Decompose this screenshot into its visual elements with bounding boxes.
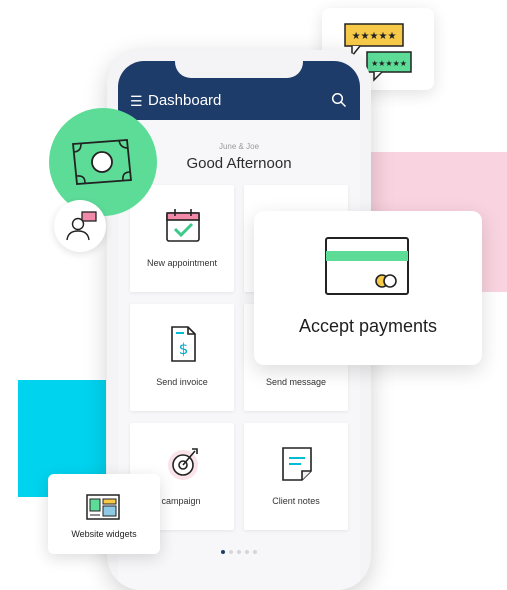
tile-send-invoice[interactable]: $ Send invoice	[130, 304, 234, 411]
page-title: Dashboard	[148, 92, 222, 109]
tile-client-notes[interactable]: Client notes	[244, 423, 348, 530]
tile-label: New appointment	[146, 258, 218, 268]
page-dot[interactable]	[237, 550, 241, 554]
phone-notch	[175, 61, 303, 78]
page-dot[interactable]	[229, 550, 233, 554]
client-message-badge	[54, 200, 106, 252]
tile-label: Send invoice	[156, 377, 208, 387]
website-widget-icon	[86, 494, 120, 520]
target-campaign-icon	[168, 448, 198, 480]
website-widgets-card[interactable]: Website widgets	[48, 474, 160, 554]
svg-text:$: $	[179, 340, 189, 358]
tile-label: Client notes	[272, 496, 320, 506]
notes-icon	[282, 447, 312, 481]
page-dot[interactable]	[253, 550, 257, 554]
page-dot[interactable]	[245, 550, 249, 554]
page-dot-active[interactable]	[221, 550, 225, 554]
credit-card-icon	[325, 237, 409, 295]
client-message-icon	[66, 211, 97, 241]
accept-payments-label: Accept payments	[298, 316, 438, 336]
invoice-dollar-icon: $	[171, 326, 196, 362]
svg-text:★★★★★: ★★★★★	[352, 31, 397, 42]
hamburger-menu-icon[interactable]: ☰	[130, 94, 143, 108]
calendar-check-icon	[166, 209, 200, 242]
website-widgets-label: Website widgets	[71, 529, 137, 539]
accept-payments-card[interactable]: Accept payments	[254, 211, 482, 365]
tile-label: Send message	[265, 377, 327, 387]
search-icon[interactable]	[331, 92, 347, 108]
svg-text:★★★★★: ★★★★★	[371, 59, 407, 68]
